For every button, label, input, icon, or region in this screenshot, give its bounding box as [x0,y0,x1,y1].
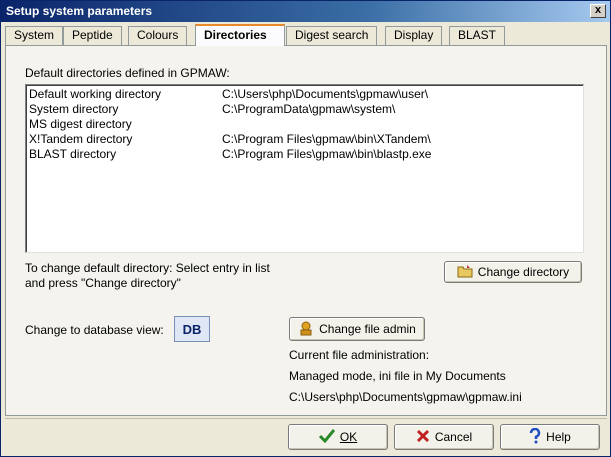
list-item[interactable]: X!Tandem directory C:\Program Files\gpma… [29,132,579,147]
admin-mode: Managed mode, ini file in My Documents [289,369,506,383]
directory-name: System directory [29,102,119,116]
tab-colours[interactable]: Colours [128,26,188,45]
db-button[interactable]: DB [174,316,210,342]
list-item[interactable]: System directory C:\ProgramData\gpmaw\sy… [29,102,579,117]
tab-label: System [14,28,55,42]
tab-system[interactable]: System [5,26,64,45]
directory-name: Default working directory [29,87,162,101]
tab-display[interactable]: Display [385,26,443,45]
folder-icon [457,264,473,280]
tab-label: Digest search [295,28,369,42]
directory-path: C:\ProgramData\gpmaw\system\ [222,102,396,116]
db-button-label: DB [182,321,202,337]
directory-path: C:\Users\php\Documents\gpmaw\user\ [222,87,429,101]
change-file-admin-label: Change file admin [319,322,416,336]
directory-path: C:\Program Files\gpmaw\bin\XTandem\ [222,132,431,146]
directories-heading: Default directories defined in GPMAW: [25,66,230,80]
help-button[interactable]: Help [500,424,600,450]
tab-label: Colours [137,28,179,42]
directory-name: X!Tandem directory [29,132,133,146]
directory-list[interactable]: Default working directory C:\Users\php\D… [25,84,584,253]
title-bar: Setup system parameters x [1,1,610,22]
tab-directories[interactable]: Directories [195,24,285,46]
ok-label: OK [339,430,358,444]
list-item[interactable]: Default working directory C:\Users\php\D… [29,87,579,102]
directory-name: BLAST directory [29,147,117,161]
tab-strip: System Peptide Colours Directories Diges… [5,24,607,46]
cancel-button[interactable]: Cancel [394,424,494,450]
tab-digest-search[interactable]: Digest search [286,26,378,45]
tab-label: Peptide [72,28,113,42]
change-directory-button[interactable]: Change directory [444,261,582,283]
ok-button[interactable]: OK [288,424,388,450]
cross-icon [416,429,430,445]
window-title: Setup system parameters [6,4,153,18]
cancel-label: Cancel [434,430,473,444]
directories-panel: Default directories defined in GPMAW: De… [5,45,607,416]
close-button[interactable]: x [590,4,606,18]
footer-separator [5,418,607,419]
current-admin-title: Current file administration: [289,348,430,362]
database-view-label: Change to database view: [25,323,164,337]
admin-icon [298,320,314,338]
tab-label: BLAST [458,28,497,42]
directory-path: C:\Program Files\gpmaw\bin\blastp.exe [222,147,432,161]
change-directory-label: Change directory [477,265,570,279]
change-file-admin-button[interactable]: Change file admin [289,317,425,341]
tab-blast[interactable]: BLAST [449,26,506,45]
list-item[interactable]: MS digest directory [29,117,579,132]
close-icon: x [594,4,602,16]
help-label: Help [546,430,571,444]
hint-line-1: To change default directory: Select entr… [25,261,270,275]
question-icon [529,427,541,446]
tab-label: Display [394,28,434,42]
directory-name: MS digest directory [29,117,132,131]
setup-dialog: Setup system parameters x System Peptide… [0,0,611,457]
ini-path: C:\Users\php\Documents\gpmaw\gpmaw.ini [289,390,522,404]
tab-label: Directories [204,28,267,42]
hint-line-2: and press "Change directory" [25,276,181,290]
tab-peptide[interactable]: Peptide [63,26,122,45]
list-item[interactable]: BLAST directory C:\Program Files\gpmaw\b… [29,147,579,162]
check-icon [318,429,335,445]
